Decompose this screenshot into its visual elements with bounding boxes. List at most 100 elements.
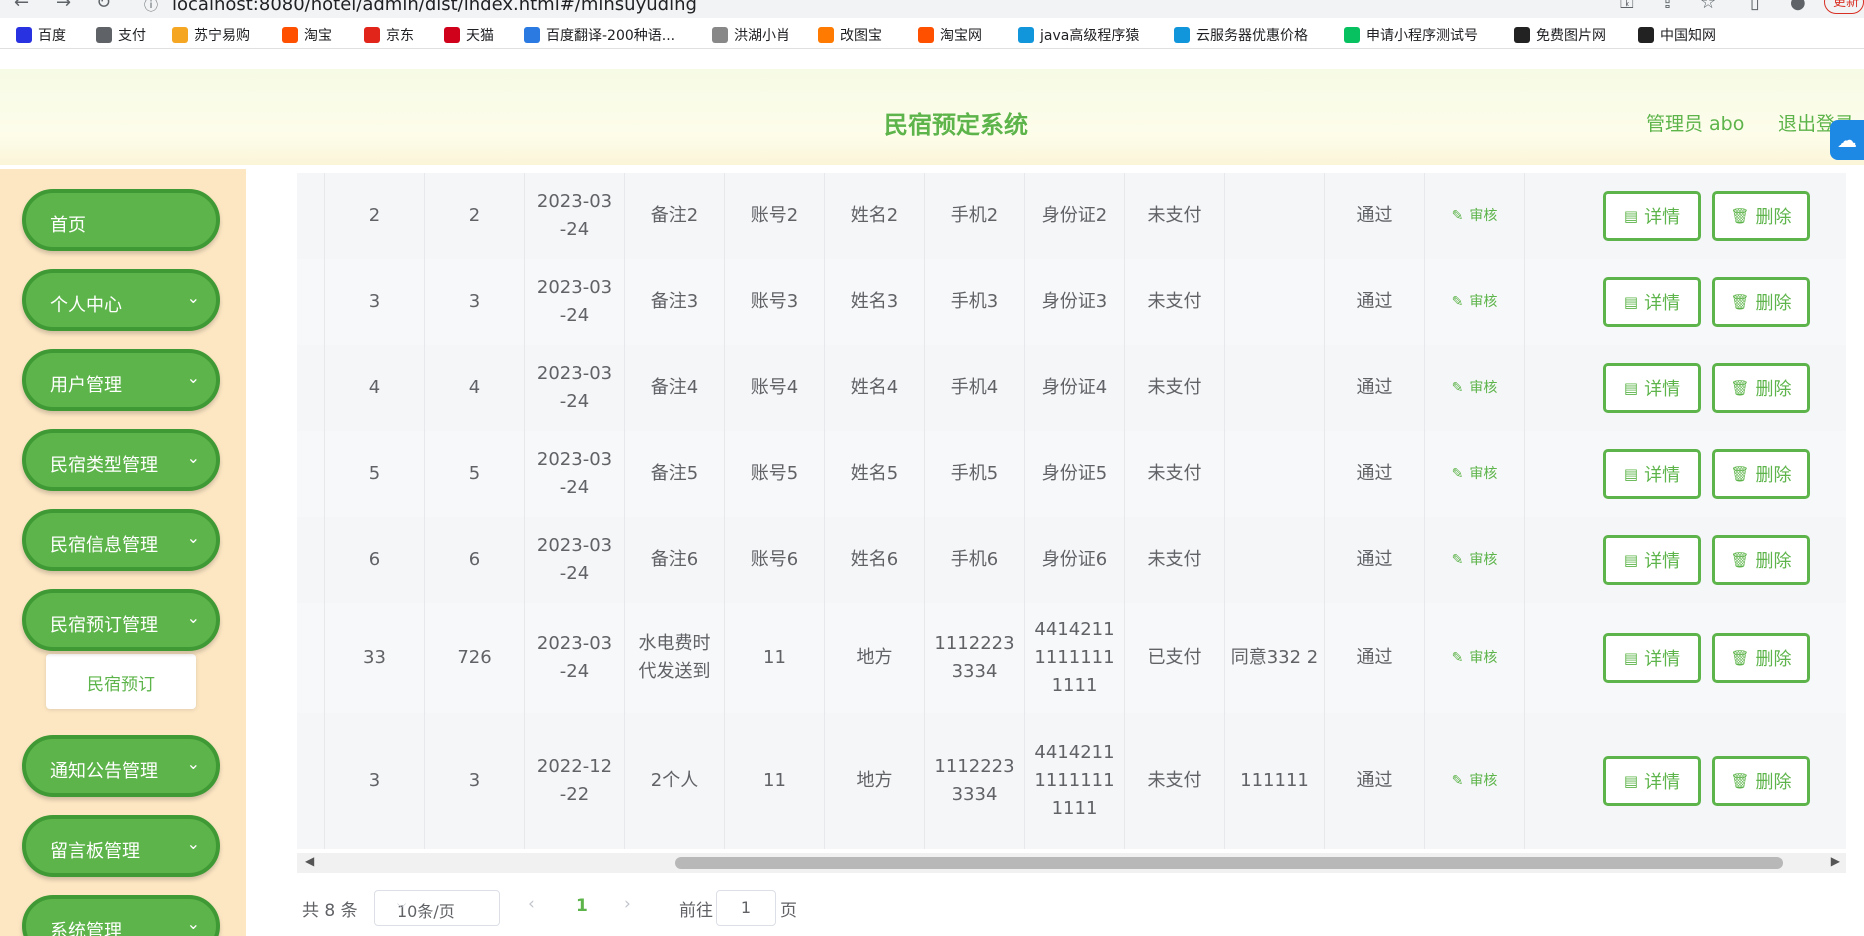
cloud-sync-icon[interactable]: ☁ [1830, 120, 1864, 160]
horizontal-scrollbar[interactable]: ◀ ▶ [297, 853, 1846, 873]
bookmark-item[interactable]: 洪湖小肖 [712, 25, 790, 45]
bookmark-item[interactable]: 免费图片网 [1514, 25, 1606, 45]
delete-button[interactable]: 🗑 删除 [1712, 633, 1810, 683]
audit-link[interactable]: ✎ 审核 [1425, 259, 1525, 345]
detail-label: 详情 [1644, 551, 1681, 572]
delete-button[interactable]: 🗑 删除 [1712, 363, 1810, 413]
share-icon[interactable]: ⇪ [1660, 0, 1675, 13]
bookmark-item[interactable]: 淘宝网 [918, 25, 982, 45]
baidu-icon [16, 27, 32, 43]
audit-label: 审核 [1469, 650, 1498, 666]
delete-button[interactable]: 🗑 删除 [1712, 277, 1810, 327]
bookmark-item[interactable]: 中国知网 [1638, 25, 1716, 45]
forward-icon[interactable]: → [56, 0, 71, 13]
app-header: 民宿预定系统 管理员 abo 退出登录 [0, 69, 1864, 165]
bookmark-item[interactable]: 苏宁易购 [172, 25, 250, 45]
sidebar-item-3[interactable]: 民宿类型管理 ⌄ [22, 429, 220, 491]
profile-icon[interactable]: ● [1790, 0, 1806, 13]
bookmark-item[interactable]: 支付 [96, 25, 146, 45]
document-icon: ▤ [1623, 772, 1639, 790]
scrollbar-thumb[interactable] [675, 857, 1783, 869]
bookmark-item[interactable]: 天猫 [444, 25, 494, 45]
audit-link[interactable]: ✎ 审核 [1425, 431, 1525, 517]
sidebar-item-6[interactable]: 通知公告管理 ⌄ [22, 735, 220, 797]
cloud-icon [1174, 27, 1190, 43]
edit-icon: ✎ [1451, 294, 1464, 310]
delete-label: 删除 [1755, 551, 1792, 572]
page-size-select[interactable]: 10条/页 ⌵ [374, 890, 500, 926]
detail-button[interactable]: ▤ 详情 [1603, 191, 1701, 241]
table-cell-phone: 手机2 [925, 173, 1025, 259]
back-icon[interactable]: ← [14, 0, 29, 13]
sidebar-item-label: 民宿信息管理 [50, 535, 158, 556]
delete-button[interactable]: 🗑 删除 [1712, 191, 1810, 241]
goto-page-input[interactable]: 1 [716, 890, 776, 926]
bookmark-item[interactable]: 淘宝 [282, 25, 332, 45]
table-cell-status: 通过 [1325, 259, 1425, 345]
url-field[interactable]: localhost:8080/hotel/admin/dist/index.ht… [172, 0, 697, 15]
bookmark-label: 免费图片网 [1536, 28, 1606, 44]
star-icon[interactable]: ☆ [1700, 0, 1716, 13]
current-page[interactable]: 1 [576, 896, 588, 916]
jd-icon [364, 27, 380, 43]
table-cell-reply [1225, 259, 1325, 345]
sidebar-item-5[interactable]: 民宿预订管理 ⌄ [22, 589, 220, 651]
bookmark-item[interactable]: 改图宝 [818, 25, 882, 45]
sidebar-item-4[interactable]: 民宿信息管理 ⌄ [22, 509, 220, 571]
table-cell-c1: 3 [325, 713, 425, 849]
delete-label: 删除 [1755, 772, 1792, 793]
table-cell-reply: 同意332 2 [1225, 603, 1325, 713]
audit-link[interactable]: ✎ 审核 [1425, 603, 1525, 713]
detail-button[interactable]: ▤ 详情 [1603, 756, 1701, 806]
chevron-down-icon: ⌄ [186, 368, 200, 387]
delete-button[interactable]: 🗑 删除 [1712, 535, 1810, 585]
update-button[interactable]: 更新 [1824, 0, 1864, 14]
edit-icon: ✎ [1451, 380, 1464, 396]
bookmark-item[interactable]: java高级程序猿 [1018, 25, 1139, 45]
bookmark-label: 苏宁易购 [194, 28, 250, 44]
next-page-icon[interactable]: › [624, 894, 631, 914]
audit-link[interactable]: ✎ 审核 [1425, 345, 1525, 431]
sidebar-item-8[interactable]: 系统管理 ⌄ [22, 895, 220, 936]
table-cell-c2: 3 [425, 259, 525, 345]
scroll-left-icon[interactable]: ◀ [305, 854, 314, 868]
key-icon[interactable]: ⚿ [1620, 0, 1634, 13]
table-cell-reply [1225, 431, 1325, 517]
table-cell-c1: 3 [325, 259, 425, 345]
audit-link[interactable]: ✎ 审核 [1425, 173, 1525, 259]
table-cell-status: 通过 [1325, 713, 1425, 849]
bookmark-item[interactable]: 申请小程序测试号 [1344, 25, 1478, 45]
sidebar-item-1[interactable]: 个人中心 ⌄ [22, 269, 220, 331]
sidebar-item-7[interactable]: 留言板管理 ⌄ [22, 815, 220, 877]
delete-button[interactable]: 🗑 删除 [1712, 449, 1810, 499]
submenu-item-minsu-booking[interactable]: 民宿预订 [46, 654, 196, 709]
reload-icon[interactable]: ↻ [96, 0, 111, 13]
scroll-right-icon[interactable]: ▶ [1831, 854, 1840, 868]
detail-button[interactable]: ▤ 详情 [1603, 277, 1701, 327]
bookmark-label: 京东 [386, 28, 414, 44]
sidepanel-icon[interactable]: ▯ [1750, 0, 1760, 13]
audit-link[interactable]: ✎ 审核 [1425, 713, 1525, 849]
bird-icon [712, 27, 728, 43]
sidebar-item-2[interactable]: 用户管理 ⌄ [22, 349, 220, 411]
prev-page-icon[interactable]: ‹ [528, 894, 535, 914]
detail-button[interactable]: ▤ 详情 [1603, 633, 1701, 683]
sidebar-item-label: 个人中心 [50, 295, 122, 316]
table-cell-note: 备注6 [625, 517, 725, 603]
bookmark-item[interactable]: 百度翻译-200种语... [524, 25, 675, 45]
detail-button[interactable]: ▤ 详情 [1603, 449, 1701, 499]
delete-button[interactable]: 🗑 删除 [1712, 756, 1810, 806]
sidebar-item-0[interactable]: 首页 [22, 189, 220, 251]
bookmark-item[interactable]: 百度 [16, 25, 66, 45]
detail-button[interactable]: ▤ 详情 [1603, 363, 1701, 413]
table-cell-idcard: 身份证6 [1025, 517, 1125, 603]
bookmark-item[interactable]: 京东 [364, 25, 414, 45]
table-cell-note: 备注2 [625, 173, 725, 259]
audit-link[interactable]: ✎ 审核 [1425, 517, 1525, 603]
bookmark-item[interactable]: 云服务器优惠价格 [1174, 25, 1308, 45]
chevron-down-icon: ⌄ [186, 608, 200, 627]
document-icon: ▤ [1623, 465, 1639, 483]
detail-button[interactable]: ▤ 详情 [1603, 535, 1701, 585]
bookmarks-bar: 百度 支付 苏宁易购 淘宝 京东 天猫 百度翻译-200种语... 洪湖小肖 改图宝 淘宝网 jav… [0, 18, 1864, 49]
info-icon[interactable]: ⓘ [144, 0, 158, 15]
